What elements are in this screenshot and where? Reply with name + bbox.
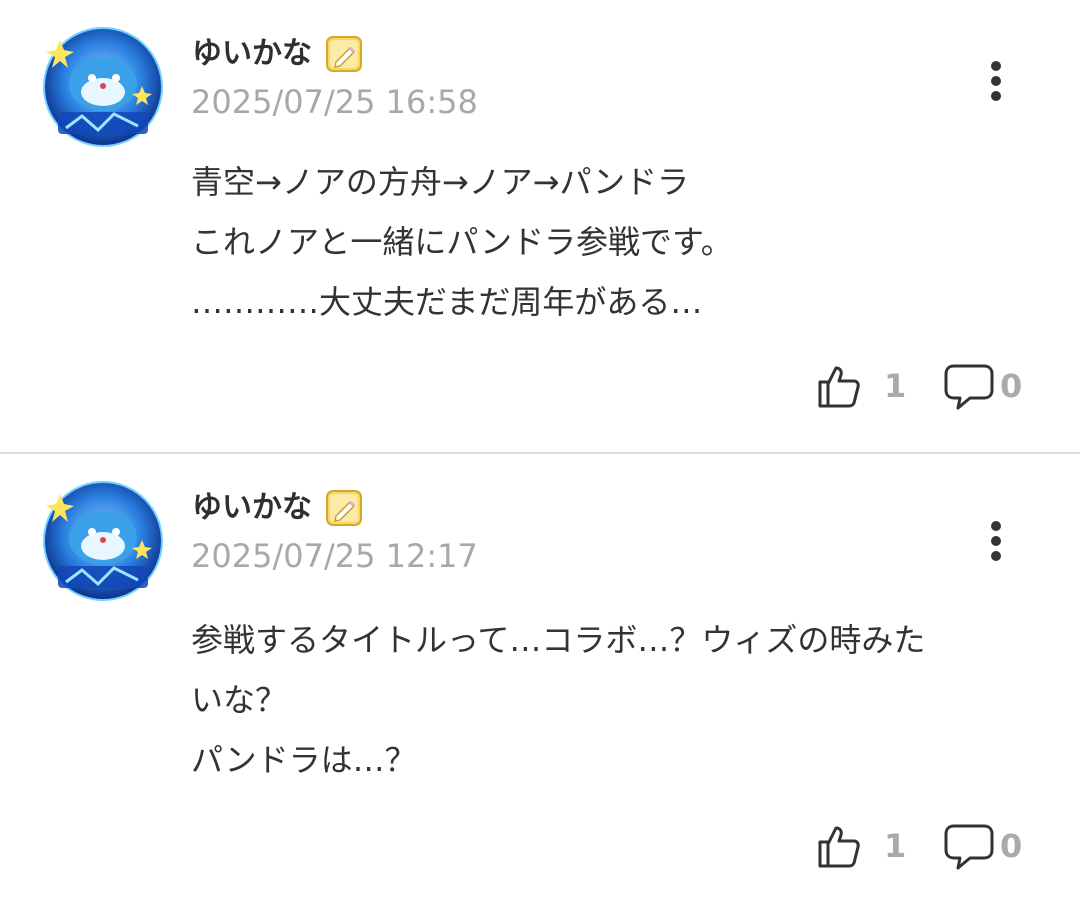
comment-line: 青空→ノアの方舟→ノア→パンドラ <box>191 163 690 201</box>
timestamp: 2025/07/25 12:17 <box>191 537 478 575</box>
more-vertical-icon <box>991 61 1001 101</box>
comment-line: パンドラは…？ <box>191 741 417 779</box>
like-button[interactable]: 1 <box>814 360 914 412</box>
comment-line: いな？ <box>191 681 288 719</box>
like-button[interactable]: 1 <box>814 820 914 872</box>
speech-bubble-icon <box>944 364 994 410</box>
user-avatar[interactable] <box>42 480 164 602</box>
more-options-button[interactable] <box>976 56 1016 106</box>
user-avatar[interactable] <box>42 26 164 148</box>
comment-line: 参戦するタイトルって…コラボ…？ウィズの時みた <box>191 621 926 659</box>
comment-card: ゆいかな 2025/07/25 12:17 参戦するタイトルって…コラボ…？ウィ… <box>0 454 1080 906</box>
reply-button[interactable]: 0 <box>944 820 1034 872</box>
comment-card: ゆいかな 2025/07/25 16:58 青空→ノアの方舟→ノア→パンドラ こ… <box>0 0 1080 452</box>
comment-body: 参戦するタイトルって…コラボ…？ウィズの時みた いな？ パンドラは…？ <box>191 610 1051 790</box>
reply-button[interactable]: 0 <box>944 360 1034 412</box>
reply-count: 0 <box>1000 827 1023 865</box>
like-count: 1 <box>884 367 907 405</box>
pencil-badge-icon <box>325 35 363 73</box>
username[interactable]: ゆいかな <box>192 488 312 528</box>
pencil-badge-icon <box>325 489 363 527</box>
comment-line: …………大丈夫だまだ周年がある… <box>191 283 703 321</box>
comment-body: 青空→ノアの方舟→ノア→パンドラ これノアと一緒にパンドラ参戦です。 …………大… <box>191 152 1051 332</box>
comment-actions: 1 0 <box>814 820 1034 872</box>
mascot-icon <box>43 481 163 601</box>
more-vertical-icon <box>991 521 1001 561</box>
comment-line: これノアと一緒にパンドラ参戦です。 <box>191 223 733 261</box>
username[interactable]: ゆいかな <box>192 34 312 74</box>
thumbs-up-icon <box>818 826 860 868</box>
more-options-button[interactable] <box>976 516 1016 566</box>
mascot-icon <box>43 27 163 147</box>
reply-count: 0 <box>1000 367 1023 405</box>
thumbs-up-icon <box>818 366 860 408</box>
comment-actions: 1 0 <box>814 360 1034 412</box>
like-count: 1 <box>884 827 907 865</box>
speech-bubble-icon <box>944 824 994 870</box>
timestamp: 2025/07/25 16:58 <box>191 83 478 121</box>
